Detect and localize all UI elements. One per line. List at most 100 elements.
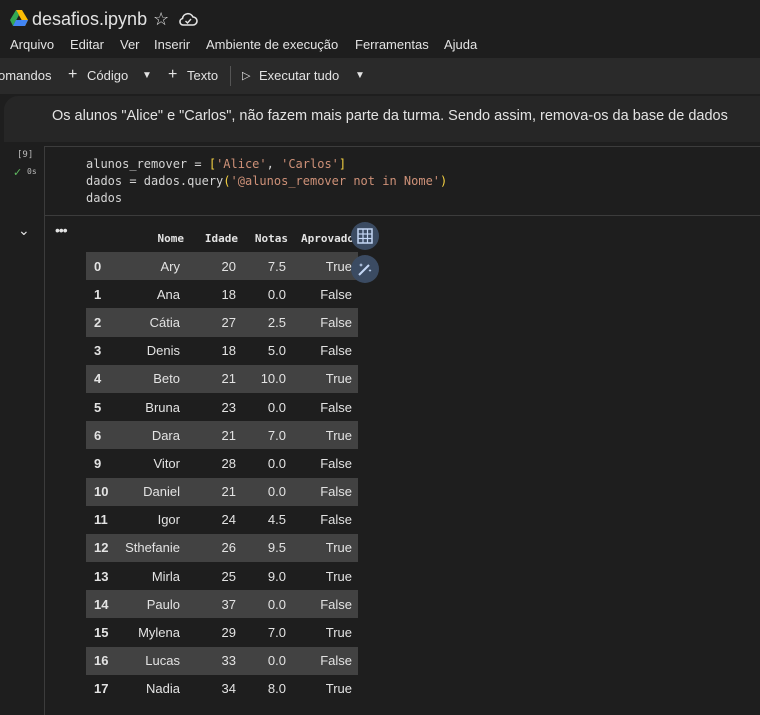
table-row: 3 Denis 18 5.0 False [86, 337, 358, 365]
code-cell[interactable]: alunos_remover = ['Alice', 'Carlos'] dad… [44, 146, 760, 216]
cloud-icon[interactable] [178, 11, 198, 27]
convert-table-button[interactable] [351, 222, 379, 250]
menu-ambiente[interactable]: Ambiente de execução [206, 37, 338, 52]
add-text-button[interactable]: Texto [187, 68, 218, 83]
column-header-nome: Nome [157, 231, 185, 245]
cell-aprovado: False [320, 455, 352, 471]
table-row: 10 Daniel 21 0.0 False [86, 477, 358, 506]
column-header-idade: Idade [204, 231, 238, 245]
cell-notas: 9.0 [267, 568, 286, 584]
cell-nome: Beto [122, 364, 188, 393]
cell-aprovado: True [325, 625, 352, 641]
cell-aprovado: False [292, 477, 358, 506]
magic-wand-icon [358, 263, 372, 276]
row-index: 17 [94, 681, 109, 697]
row-index: 5 [94, 399, 102, 415]
cell-idade: 23 [221, 399, 236, 415]
table-row: 16 Lucas 33 0.0 False [86, 646, 358, 675]
cell-aprovado: True [325, 568, 352, 584]
table-row: 17 Nadia 34 8.0 True [86, 675, 358, 703]
cell-idade: 27 [188, 308, 242, 337]
run-all-dropdown-icon[interactable]: ▼ [355, 70, 365, 81]
cell-idade: 34 [221, 681, 236, 697]
table-row: 0 Ary 20 7.5 True [86, 252, 358, 281]
table-row: 12 Sthefanie 26 9.5 True [86, 533, 358, 563]
text-cell-content: Os alunos "Alice" e "Carlos", não fazem … [52, 108, 728, 124]
star-icon[interactable]: ☆ [153, 9, 169, 30]
cell-notas: 0.0 [267, 455, 286, 471]
row-index: 6 [86, 421, 122, 450]
cell-nome: Mylena [138, 625, 180, 641]
add-code-icon[interactable]: + [68, 66, 77, 84]
menu-ferramentas[interactable]: Ferramentas [355, 37, 429, 52]
table-row: 2 Cátia 27 2.5 False [86, 308, 358, 337]
cell-idade: 29 [221, 625, 236, 641]
code-dropdown-icon[interactable]: ▼ [142, 70, 152, 81]
row-index: 11 [94, 512, 108, 528]
row-index: 12 [86, 533, 122, 563]
row-index: 3 [94, 343, 102, 359]
cell-nome: Paulo [122, 590, 188, 619]
row-index: 10 [86, 477, 122, 506]
row-index: 2 [86, 308, 122, 337]
table-row: 13 Mirla 25 9.0 True [86, 562, 358, 590]
dataframe-table: Nome Idade Notas Aprovado 0 Ary 20 7.5 True 1… [86, 224, 358, 703]
cell-nome: Vitor [153, 455, 181, 471]
add-text-icon[interactable]: + [168, 66, 177, 84]
cell-aprovado: False [292, 646, 358, 675]
run-all-button[interactable]: Executar tudo [259, 68, 339, 83]
more-options-icon[interactable]: ••• [55, 222, 68, 238]
cell-notas: 4.5 [267, 512, 286, 528]
row-index: 4 [86, 364, 122, 393]
cell-notas: 0.0 [267, 399, 286, 415]
table-row: 6 Dara 21 7.0 True [86, 421, 358, 450]
menu-arquivo[interactable]: Arquivo [10, 37, 54, 52]
cell-aprovado: True [292, 533, 358, 563]
menu-inserir[interactable]: Inserir [154, 37, 190, 52]
toolbar: omandos + Código ▼ + Texto ▷ Executar tu… [0, 58, 760, 94]
row-index: 1 [94, 286, 102, 302]
menu-ajuda[interactable]: Ajuda [444, 37, 477, 52]
text-cell[interactable]: Os alunos "Alice" e "Carlos", não fazem … [4, 96, 760, 142]
cell-nome: Denis [146, 343, 180, 359]
execution-count: [9] [17, 150, 34, 160]
table-row: 4 Beto 21 10.0 True [86, 364, 358, 393]
cell-idade: 37 [188, 590, 242, 619]
table-icon [357, 228, 373, 244]
cell-idade: 33 [188, 646, 242, 675]
cell-notas: 7.5 [242, 252, 292, 281]
cell-nome: Cátia [122, 308, 188, 337]
cell-notas: 0.0 [242, 646, 292, 675]
add-code-button[interactable]: Código [87, 68, 128, 83]
table-body: 0 Ary 20 7.5 True 1 Ana 18 0.0 False 2 Cátia 27 2.5 Fa… [86, 252, 358, 703]
cell-idade: 18 [221, 286, 236, 302]
run-all-icon[interactable]: ▷ [242, 69, 250, 82]
title-bar: desafios.ipynb ☆ [0, 0, 760, 36]
menu-editar[interactable]: Editar [70, 37, 104, 52]
notebook-filename[interactable]: desafios.ipynb [32, 9, 147, 30]
cell-aprovado: True [292, 421, 358, 450]
cell-aprovado: False [320, 512, 352, 528]
table-row: 5 Bruna 23 0.0 False [86, 393, 358, 421]
code-line-1: alunos_remover = ['Alice', 'Carlos'] [86, 157, 347, 171]
cell-aprovado: True [292, 252, 358, 281]
column-header-aprovado: Aprovado [301, 231, 354, 245]
cell-nome: Ana [156, 286, 180, 302]
cell-notas: 0.0 [267, 286, 286, 302]
cell-aprovado: False [320, 399, 352, 415]
cell-aprovado: False [320, 286, 352, 302]
commands-button[interactable]: omandos [0, 68, 51, 83]
suggest-plot-button[interactable] [351, 255, 379, 283]
cell-notas: 7.0 [267, 625, 286, 641]
column-header-index [86, 224, 122, 252]
cell-aprovado: False [320, 343, 352, 359]
cell-notas: 0.0 [242, 477, 292, 506]
chevron-down-icon[interactable]: ⌄ [18, 222, 30, 239]
cell-aprovado: False [292, 590, 358, 619]
cell-nome: Ary [122, 252, 188, 281]
row-index: 9 [94, 455, 102, 471]
menu-ver[interactable]: Ver [120, 37, 140, 52]
check-icon: ✓ [13, 167, 23, 179]
cell-nome: Nadia [146, 681, 180, 697]
cell-notas: 2.5 [242, 308, 292, 337]
